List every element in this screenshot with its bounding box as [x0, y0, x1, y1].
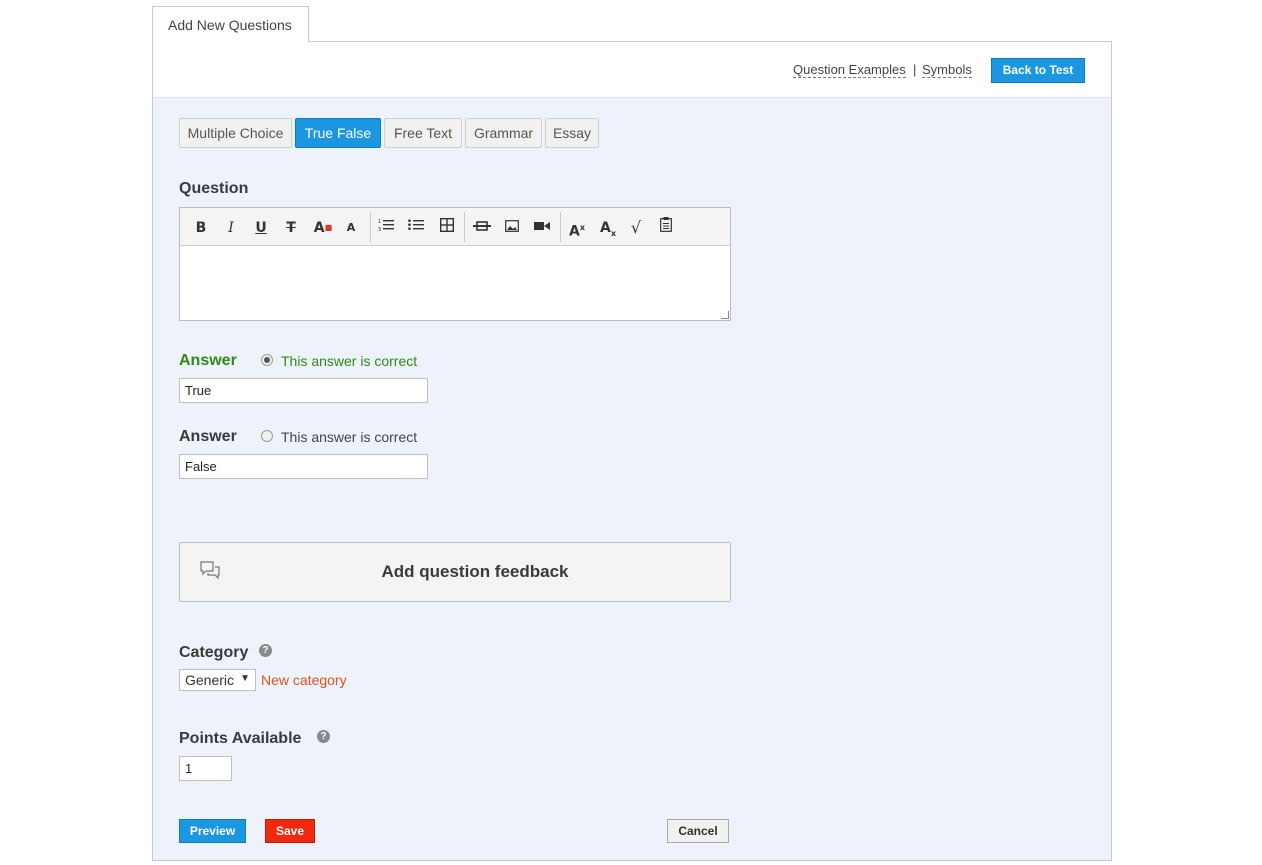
- points-input[interactable]: [179, 756, 232, 781]
- math-icon[interactable]: √: [625, 217, 647, 239]
- symbols-link[interactable]: Symbols: [922, 62, 972, 78]
- points-help-icon[interactable]: ?: [317, 730, 330, 743]
- toolbar-divider: [560, 212, 561, 242]
- font-color-icon[interactable]: A■: [312, 217, 334, 239]
- toolbar-divider: [464, 212, 465, 242]
- cancel-button[interactable]: Cancel: [667, 819, 729, 843]
- type-free-text[interactable]: Free Text: [384, 118, 462, 148]
- new-category-link[interactable]: New category: [261, 672, 347, 688]
- type-essay[interactable]: Essay: [545, 118, 599, 148]
- header-separator: |: [913, 62, 917, 77]
- unordered-list-icon[interactable]: [405, 217, 427, 239]
- correct-radio-2[interactable]: [261, 430, 273, 442]
- category-label: Category: [179, 644, 249, 661]
- subscript-icon[interactable]: Ax: [597, 217, 619, 239]
- correct-text-1: This answer is correct: [281, 353, 418, 369]
- preview-button[interactable]: Preview: [179, 819, 246, 843]
- add-feedback-button[interactable]: Add question feedback: [179, 542, 731, 602]
- chevron-down-icon: ▼: [240, 673, 250, 684]
- type-multiple-choice[interactable]: Multiple Choice: [179, 118, 292, 148]
- feedback-label: Add question feedback: [381, 562, 569, 581]
- tab-add-new-questions[interactable]: Add New Questions: [152, 6, 309, 42]
- question-editor[interactable]: B I U T A■ A 13 Ax Ax √: [179, 207, 731, 321]
- bold-icon[interactable]: B: [190, 217, 212, 239]
- question-examples-link[interactable]: Question Examples: [793, 62, 906, 78]
- category-help-icon[interactable]: ?: [259, 644, 272, 657]
- question-label: Question: [179, 180, 249, 197]
- category-select[interactable]: Generic ▼: [179, 669, 256, 691]
- underline-icon[interactable]: U: [250, 217, 272, 239]
- answer-label-2: Answer: [179, 428, 237, 445]
- resize-handle[interactable]: [721, 311, 729, 319]
- points-label: Points Available: [179, 730, 302, 747]
- type-grammar[interactable]: Grammar: [465, 118, 542, 148]
- horizontal-rule-icon[interactable]: [471, 217, 493, 239]
- back-to-test-button[interactable]: Back to Test: [991, 58, 1085, 83]
- font-size-icon[interactable]: A: [340, 217, 362, 239]
- panel-header: Question Examples | Symbols Back to Test: [153, 42, 1111, 98]
- correct-radio-1[interactable]: [261, 354, 273, 366]
- answer-input-2[interactable]: [179, 454, 428, 479]
- save-button[interactable]: Save: [265, 819, 315, 843]
- answer-input-1[interactable]: [179, 378, 428, 403]
- strikethrough-icon[interactable]: T: [280, 217, 302, 239]
- ordered-list-icon[interactable]: 13: [375, 217, 397, 239]
- table-icon[interactable]: [436, 217, 458, 239]
- superscript-icon[interactable]: Ax: [566, 217, 588, 240]
- correct-text-2: This answer is correct: [281, 429, 418, 445]
- toolbar-divider: [370, 212, 371, 242]
- video-icon[interactable]: [531, 217, 553, 239]
- answer-label-1: Answer: [179, 352, 237, 369]
- svg-text:3: 3: [378, 227, 381, 232]
- category-selected-value: Generic: [185, 672, 235, 688]
- svg-text:1: 1: [378, 219, 381, 225]
- paste-icon[interactable]: [655, 217, 677, 239]
- editor-toolbar: B I U T A■ A 13 Ax Ax √: [180, 208, 730, 246]
- type-true-false[interactable]: True False: [295, 118, 381, 148]
- question-panel: Question Examples | Symbols Back to Test…: [152, 41, 1112, 861]
- image-icon[interactable]: [501, 217, 523, 239]
- italic-icon[interactable]: I: [220, 217, 242, 239]
